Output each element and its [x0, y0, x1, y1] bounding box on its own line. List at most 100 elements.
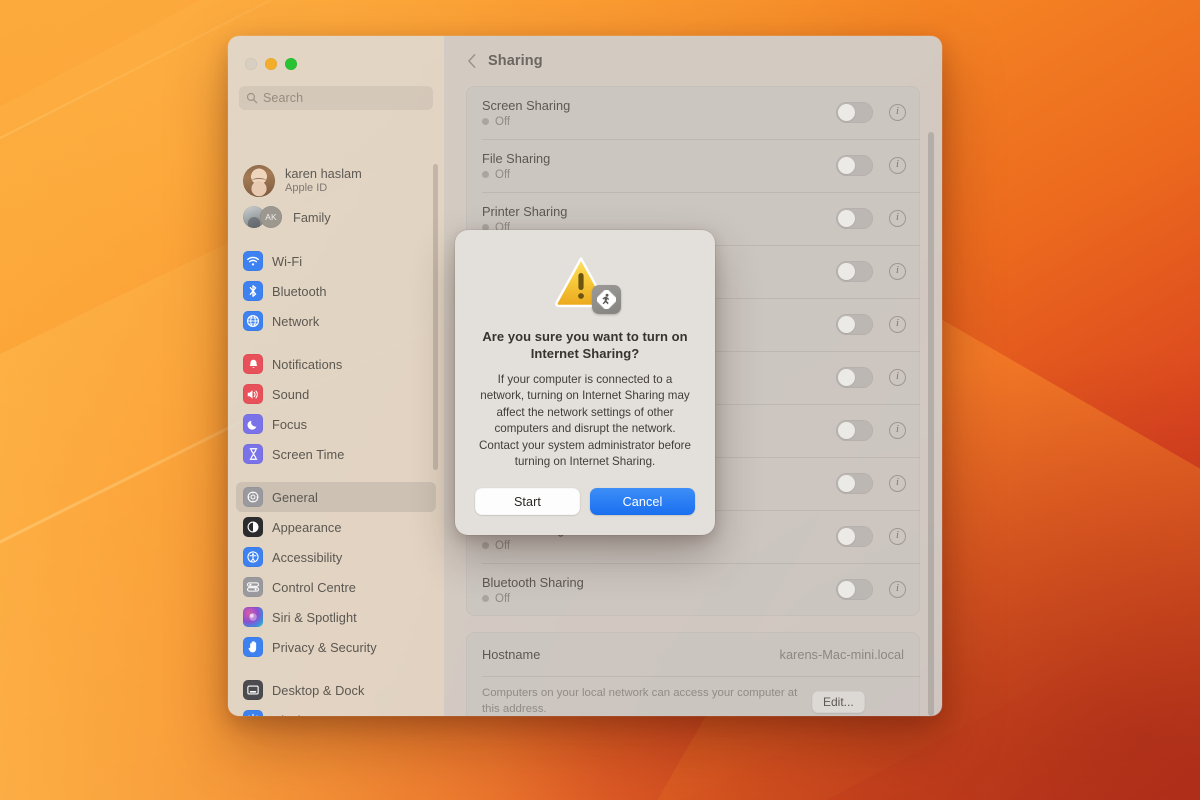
- sidebar-scrollbar[interactable]: [433, 164, 438, 470]
- edit-button[interactable]: Edit...: [812, 690, 865, 713]
- sidebar-item-siri-and-spotlight[interactable]: Siri & Spotlight: [236, 602, 436, 632]
- sidebar-divider: [228, 233, 444, 246]
- table-row[interactable]: File Sharing Off i: [466, 139, 920, 192]
- toggle-switch[interactable]: [836, 367, 873, 388]
- hostname-row: Hostname karens-Mac-mini.local: [466, 632, 920, 676]
- siri-icon: [243, 607, 263, 627]
- toggle-switch[interactable]: [836, 579, 873, 600]
- sidebar-item-wi-fi[interactable]: Wi-Fi: [236, 246, 436, 276]
- sidebar-item-appearance[interactable]: Appearance: [236, 512, 436, 542]
- table-row[interactable]: Printer Sharing Off i: [466, 192, 920, 245]
- card-spacer: [466, 616, 920, 632]
- system-settings-window: Search karen haslam Apple ID AK Family W…: [228, 36, 942, 716]
- info-icon[interactable]: i: [889, 263, 906, 280]
- sidebar-scroll-area: karen haslam Apple ID AK Family Wi-Fi Bl…: [228, 154, 444, 716]
- toggle-switch[interactable]: [836, 420, 873, 441]
- sidebar-item-screen-time[interactable]: Screen Time: [236, 439, 436, 469]
- row-title: File Sharing: [482, 150, 551, 166]
- gear-icon: [243, 487, 263, 507]
- control-centre-icon: [243, 577, 263, 597]
- table-row[interactable]: Remote Login Off i: [466, 245, 920, 298]
- status-dot-icon: [482, 542, 489, 549]
- profile-name: karen haslam: [285, 165, 362, 181]
- bluetooth-icon: [243, 281, 263, 301]
- family-avatars: AK: [243, 204, 291, 230]
- sidebar-item-displays[interactable]: Displays: [236, 705, 436, 716]
- toggle-switch[interactable]: [836, 473, 873, 494]
- sidebar-item-general[interactable]: General: [236, 482, 436, 512]
- row-status-text: Off: [495, 539, 511, 552]
- profile-subtitle: Apple ID: [285, 182, 328, 195]
- sidebar-item-label: Wi-Fi: [272, 253, 303, 269]
- hostname-label: Hostname: [482, 646, 541, 662]
- brightness-icon: [243, 710, 263, 716]
- hourglass-icon: [243, 444, 263, 464]
- row-status: Off: [482, 540, 836, 552]
- toggle-switch[interactable]: [836, 526, 873, 547]
- search-icon: [246, 92, 258, 104]
- toggle-switch[interactable]: [836, 155, 873, 176]
- status-dot-icon: [482, 383, 489, 390]
- row-status: Off: [482, 434, 836, 446]
- maximize-button[interactable]: [285, 58, 297, 70]
- info-icon[interactable]: i: [889, 581, 906, 598]
- desktop-dock-icon: [243, 680, 263, 700]
- info-icon[interactable]: i: [889, 369, 906, 386]
- status-dot-icon: [482, 489, 489, 496]
- status-dot-icon: [482, 436, 489, 443]
- sidebar-item-notifications[interactable]: Notifications: [236, 349, 436, 379]
- row-status: Off: [482, 169, 836, 181]
- row-status-text: Off: [495, 168, 511, 181]
- main-header: Sharing: [444, 36, 942, 86]
- sidebar-item-control-centre[interactable]: Control Centre: [236, 572, 436, 602]
- sidebar-item-desktop-and-dock[interactable]: Desktop & Dock: [236, 675, 436, 705]
- minimize-button[interactable]: [265, 58, 277, 70]
- table-row[interactable]: Content Caching Off i: [466, 457, 920, 510]
- table-row[interactable]: Internet Sharing Off i: [466, 404, 920, 457]
- sidebar-item-accessibility[interactable]: Accessibility: [236, 542, 436, 572]
- status-dot-icon: [482, 330, 489, 337]
- table-row[interactable]: Bluetooth Sharing Off i: [466, 563, 920, 616]
- toggle-switch[interactable]: [836, 314, 873, 335]
- sidebar-item-sound[interactable]: Sound: [236, 379, 436, 409]
- info-icon[interactable]: i: [889, 528, 906, 545]
- info-icon[interactable]: i: [889, 316, 906, 333]
- toggle-switch[interactable]: [836, 208, 873, 229]
- close-button[interactable]: [245, 58, 257, 70]
- info-icon[interactable]: i: [889, 157, 906, 174]
- sidebar-item-focus[interactable]: Focus: [236, 409, 436, 439]
- hostname-description: Computers on your local network can acce…: [482, 687, 798, 715]
- sidebar-item-bluetooth[interactable]: Bluetooth: [236, 276, 436, 306]
- table-row[interactable]: Remote Management Off i: [466, 298, 920, 351]
- main-scrollbar[interactable]: [928, 132, 934, 716]
- sidebar-item-label: Desktop & Dock: [272, 682, 365, 698]
- sidebar-item-label: Bluetooth: [272, 283, 327, 299]
- row-title: Remote Management: [482, 309, 606, 325]
- row-status-text: Off: [495, 592, 511, 605]
- search-placeholder: Search: [263, 91, 304, 105]
- toggle-switch[interactable]: [836, 102, 873, 123]
- info-icon[interactable]: i: [889, 475, 906, 492]
- info-icon[interactable]: i: [889, 210, 906, 227]
- sidebar-item-family[interactable]: AK Family: [228, 201, 444, 233]
- sidebar-divider: [228, 336, 444, 349]
- row-status-text: Off: [495, 433, 511, 446]
- sidebar-item-label: Control Centre: [272, 579, 356, 595]
- sidebar-item-network[interactable]: Network: [236, 306, 436, 336]
- toggle-switch[interactable]: [836, 261, 873, 282]
- page-title: Sharing: [488, 53, 543, 69]
- sidebar-divider: [228, 662, 444, 675]
- sidebar-item-privacy-and-security[interactable]: Privacy & Security: [236, 632, 436, 662]
- row-status-text: Off: [495, 380, 511, 393]
- info-icon[interactable]: i: [889, 422, 906, 439]
- table-row[interactable]: Media Sharing Off i: [466, 510, 920, 563]
- table-row[interactable]: Screen Sharing Off i: [466, 86, 920, 139]
- status-dot-icon: [482, 224, 489, 231]
- table-row[interactable]: Remote Apple Events Off i: [466, 351, 920, 404]
- sidebar-item-apple-id[interactable]: karen haslam Apple ID: [228, 159, 444, 201]
- search-input[interactable]: Search: [239, 86, 433, 110]
- back-chevron-icon[interactable]: [466, 53, 478, 69]
- info-icon[interactable]: i: [889, 104, 906, 121]
- status-dot-icon: [482, 171, 489, 178]
- row-title: Printer Sharing: [482, 203, 568, 219]
